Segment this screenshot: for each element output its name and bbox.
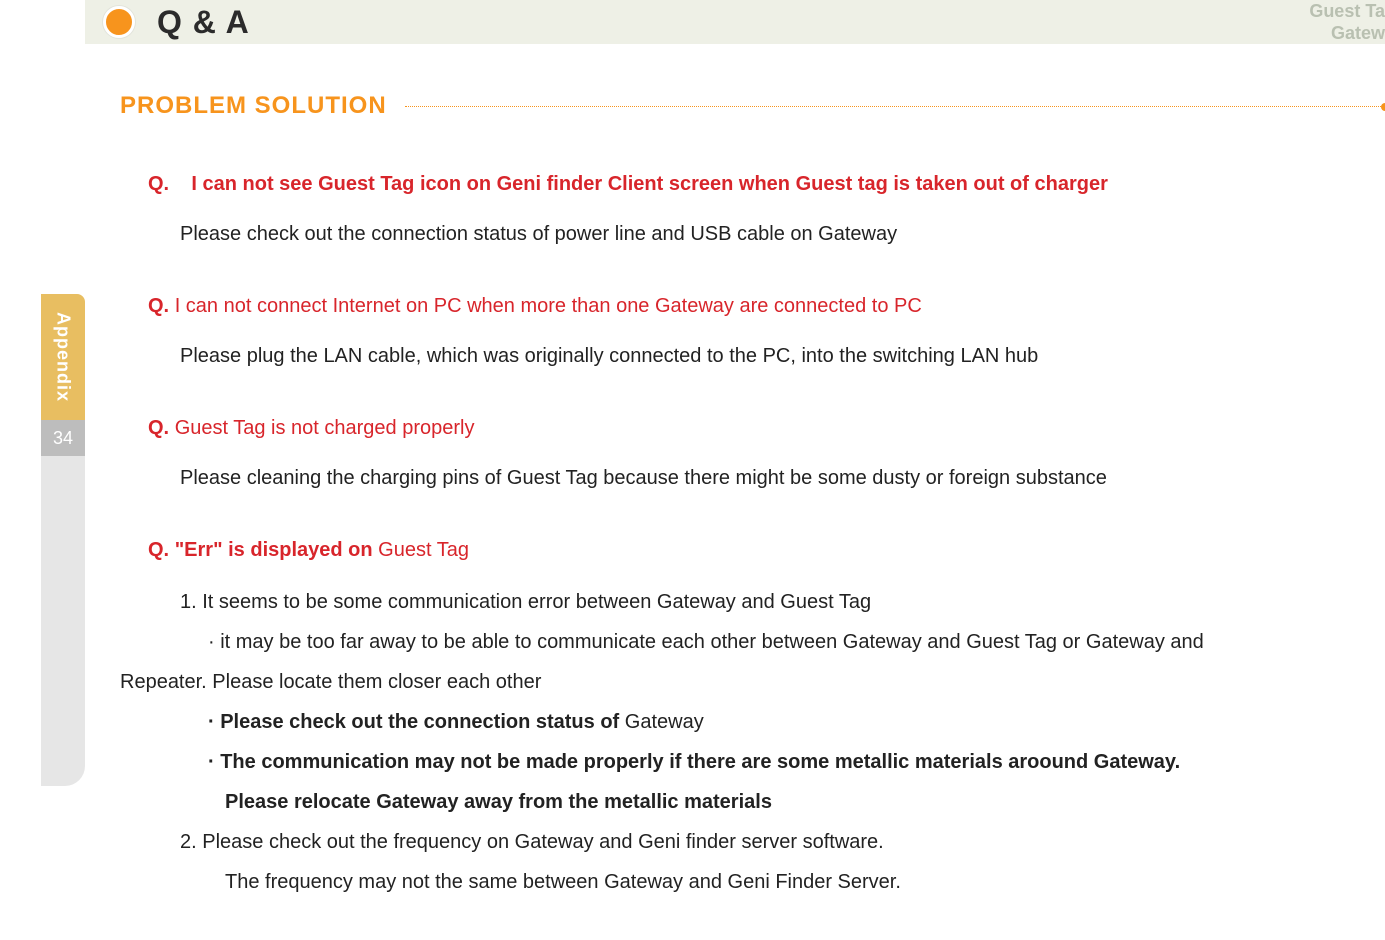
section-header: PROBLEM SOLUTION [120, 92, 1385, 120]
page-title: Q & A [157, 4, 250, 41]
qa-block: Q. Guest Tag is not charged properly Ple… [120, 412, 1385, 496]
header-right-text: Guest Ta Gatew [1309, 0, 1385, 44]
err-line-bold-part: · Please check out the connection status… [208, 711, 625, 733]
q-text-rest: Guest Tag [378, 539, 469, 561]
dotted-divider [405, 106, 1385, 107]
sidebar-tab-appendix: Appendix [41, 294, 85, 420]
sidebar: Appendix 34 [0, 294, 85, 940]
page-number: 34 [41, 420, 85, 456]
header-right-line2: Gatew [1309, 22, 1385, 44]
question: Q. "Err" is displayed on Guest Tag [120, 534, 1385, 566]
answer: Please cleaning the charging pins of Gue… [148, 460, 1385, 496]
q-prefix: Q. [148, 295, 169, 317]
qa-block-err: Q. "Err" is displayed on Guest Tag 1. It… [120, 534, 1385, 902]
answer: Please plug the LAN cable, which was ori… [148, 338, 1385, 374]
err-list: 1. It seems to be some communication err… [120, 582, 1385, 902]
err-line: Please relocate Gateway away from the me… [120, 782, 1385, 822]
section-title: PROBLEM SOLUTION [120, 92, 387, 120]
question: Q. I can not connect Internet on PC when… [148, 290, 1385, 322]
q-text: Guest Tag is not charged properly [175, 417, 475, 439]
err-line: · it may be too far away to be able to c… [120, 622, 1385, 662]
header-right-line1: Guest Ta [1309, 0, 1385, 22]
question: Q. I can not see Guest Tag icon on Geni … [148, 168, 1385, 200]
dot-end-icon [1381, 103, 1385, 111]
qa-block: Q. I can not connect Internet on PC when… [120, 290, 1385, 374]
q-text: I can not connect Internet on PC when mo… [175, 295, 922, 317]
header-bullet-icon [103, 6, 135, 38]
answer: Please check out the connection status o… [148, 216, 1385, 252]
q-text-bold: "Err" is displayed on [175, 539, 373, 561]
sidebar-tail [41, 456, 85, 786]
err-line: Repeater. Please locate them closer each… [120, 662, 1385, 702]
err-line: · Please check out the connection status… [120, 702, 1385, 742]
err-line: · The communication may not be made prop… [120, 742, 1385, 782]
q-prefix: Q. [148, 173, 169, 195]
qa-block: Q. I can not see Guest Tag icon on Geni … [120, 168, 1385, 252]
q-prefix: Q. [148, 539, 169, 561]
question: Q. Guest Tag is not charged properly [148, 412, 1385, 444]
err-line: 1. It seems to be some communication err… [120, 582, 1385, 622]
err-line-rest: Gateway [625, 711, 704, 733]
main-content: PROBLEM SOLUTION Q. I can not see Guest … [85, 44, 1385, 940]
q-prefix: Q. [148, 417, 169, 439]
q-text: I can not see Guest Tag icon on Geni fin… [191, 173, 1107, 195]
err-line: 2. Please check out the frequency on Gat… [120, 822, 1385, 862]
header-banner: Q & A Guest Ta Gatew [85, 0, 1385, 44]
err-line: The frequency may not the same between G… [120, 862, 1385, 902]
